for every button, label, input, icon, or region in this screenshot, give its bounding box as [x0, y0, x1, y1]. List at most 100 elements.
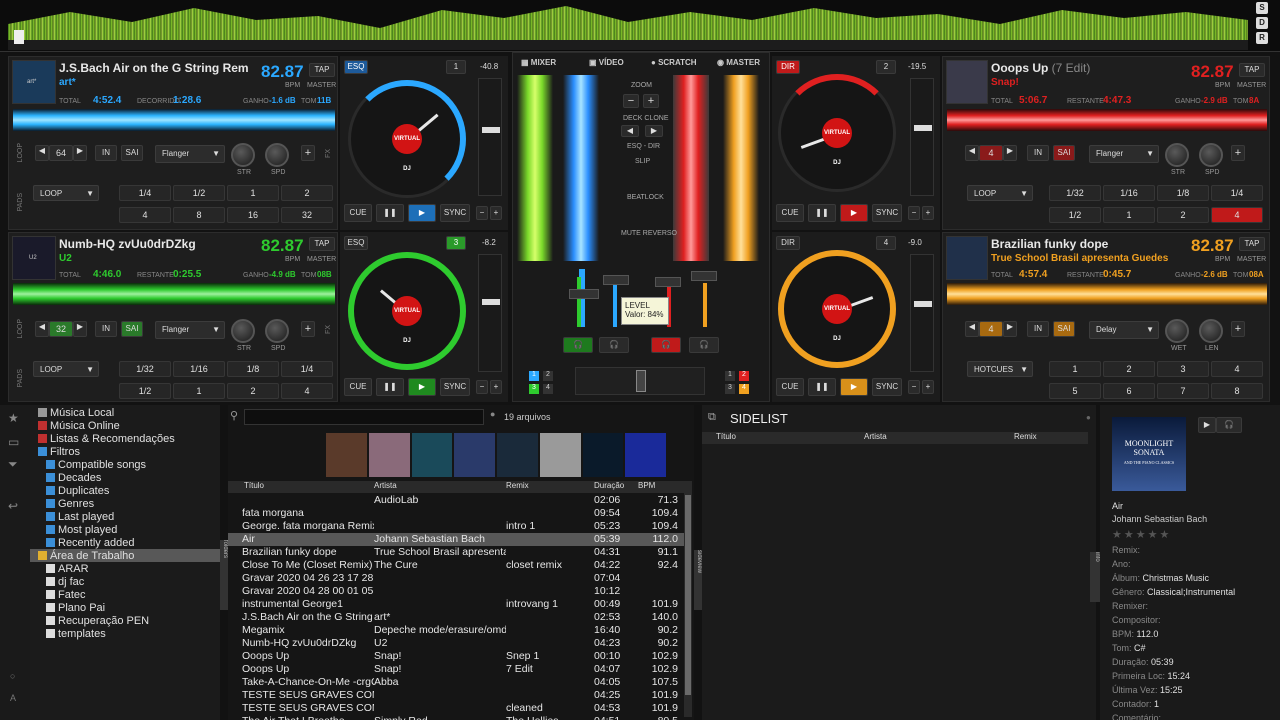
deck-1-side-label[interactable]: ESQ [344, 60, 368, 74]
deck-1-headphone-button[interactable]: 🎧 [599, 337, 629, 353]
deck-4-pitch-plus[interactable]: + [922, 380, 934, 394]
deck-3-effect-knob-1[interactable] [231, 319, 255, 343]
deck-3-sync-button[interactable]: SYNC [440, 378, 470, 396]
column-remix[interactable]: Remix [506, 481, 594, 493]
overview-waveform[interactable] [8, 6, 1248, 40]
deck-2-pad-mode-select[interactable]: LOOP ▼ [967, 185, 1033, 201]
deck-3-pad-7[interactable]: 2 [227, 383, 279, 399]
album-thumb[interactable] [368, 433, 410, 477]
circle-icon[interactable]: ○ [10, 671, 15, 681]
deck-4-pad-4[interactable]: 4 [1211, 361, 1263, 377]
tree-item-filters[interactable]: Filtros [30, 445, 220, 458]
search-input[interactable] [244, 409, 484, 425]
deck-3-pad-8[interactable]: 4 [281, 383, 333, 399]
deck-2-headphone-button[interactable]: 🎧 [651, 337, 681, 353]
deck-3-pad-3[interactable]: 1/8 [227, 361, 279, 377]
deck-select-2[interactable]: 2 [543, 371, 553, 381]
deck-4-tap-button[interactable]: TAP [1239, 237, 1265, 251]
deck-1-sync-button[interactable]: SYNC [440, 204, 470, 222]
zoom-out-button[interactable]: − [623, 94, 639, 108]
deck-3-pad-1[interactable]: 1/32 [119, 361, 171, 377]
deck-3-volume-fader[interactable] [569, 289, 599, 299]
deck-2-effect-knob-2[interactable] [1199, 143, 1223, 167]
deck-4-number[interactable]: 4 [876, 236, 896, 250]
deck-4-volume-fader[interactable] [691, 271, 717, 281]
deck-select-r4[interactable]: 4 [739, 384, 749, 394]
deck-select-r3[interactable]: 3 [725, 384, 735, 394]
deck-4-pad-7[interactable]: 7 [1157, 383, 1209, 399]
sidelist-column-title[interactable]: Título [702, 432, 864, 444]
sidelist-column-remix[interactable]: Remix [1014, 432, 1088, 444]
deck-4-effect-knob-2[interactable] [1199, 319, 1223, 343]
deck-2-tap-button[interactable]: TAP [1239, 63, 1265, 77]
deck-select-3[interactable]: 3 [529, 384, 539, 394]
table-row[interactable]: Take-A-Chance-On-Me -crgQiGdpZR0Abba 04:0… [228, 676, 688, 689]
deck-4-loop-half-button[interactable]: ◀ [965, 321, 979, 337]
deck-2-effect-select[interactable]: Flanger ▼ [1089, 145, 1159, 163]
tree-item-templates[interactable]: templates [30, 627, 220, 640]
deck-4-pad-6[interactable]: 6 [1103, 383, 1155, 399]
a-icon[interactable]: A [10, 693, 16, 703]
deck-3-pad-4[interactable]: 1/4 [281, 361, 333, 377]
deck-1-platter[interactable]: VIRTUAL DJ [348, 80, 466, 198]
deck-3-pitch-plus[interactable]: + [490, 380, 502, 394]
deck-4-headphone-button[interactable]: 🎧 [689, 337, 719, 353]
table-row[interactable]: Ooops Up Snap! 7 Edit 04:07 102.9 [228, 663, 688, 676]
deck-4-pad-1[interactable]: 1 [1049, 361, 1101, 377]
deck-1-pad-6[interactable]: 8 [173, 207, 225, 223]
table-row[interactable]: Megamix Depeche mode/erasure/omd/the cure… [228, 624, 688, 637]
deck-3-pause-button[interactable]: ❚❚ [376, 378, 404, 396]
deck-3-loop-double-button[interactable]: ▶ [73, 321, 87, 337]
deck-3-effect-knob-2[interactable] [265, 319, 289, 343]
deck-4-waveform[interactable] [947, 283, 1267, 305]
deck-1-pad-5[interactable]: 4 [119, 207, 171, 223]
deck-2-pad-5[interactable]: 1/2 [1049, 207, 1101, 223]
deck-1-loop-double-button[interactable]: ▶ [73, 145, 87, 161]
table-row[interactable]: George. fata morgana Remix intro 1 05:23 10… [228, 520, 688, 533]
deck-1-pad-2[interactable]: 1/2 [173, 185, 225, 201]
deck-4-pitch-handle[interactable] [914, 301, 932, 307]
deck-2-loop-out-button[interactable]: SAI [1053, 145, 1075, 161]
deck-1-pitch-slider[interactable] [478, 78, 502, 196]
tree-item-duplicates[interactable]: Duplicates [30, 484, 220, 497]
deck-2-loop-half-button[interactable]: ◀ [965, 145, 979, 161]
deck-1-pad-3[interactable]: 1 [227, 185, 279, 201]
table-row[interactable]: J.S.Bach Air on the G String Remix B...a… [228, 611, 688, 624]
deck-1-pad-4[interactable]: 2 [281, 185, 333, 201]
tree-item-decades[interactable]: Decades [30, 471, 220, 484]
tree-item-desktop[interactable]: Área de Trabalho [30, 549, 220, 562]
deck-1-loop-half-button[interactable]: ◀ [35, 145, 49, 161]
tree-item-lists[interactable]: Listas & Recomendações [30, 432, 220, 445]
crossfader-handle[interactable] [636, 370, 646, 392]
search-clear-icon[interactable]: ● [490, 409, 495, 419]
deck-2-pause-button[interactable]: ❚❚ [808, 204, 836, 222]
tree-item-local-music[interactable]: Música Local [30, 406, 220, 419]
tree-item-recently-added[interactable]: Recently added [30, 536, 220, 549]
deck-select-1[interactable]: 1 [529, 371, 539, 381]
undo-icon[interactable]: ↩ [8, 499, 18, 513]
deck-2-side-label[interactable]: DIR [776, 60, 800, 74]
deck-1-pad-8[interactable]: 32 [281, 207, 333, 223]
tab-scratch[interactable]: ● SCRATCH [651, 58, 697, 67]
deck-1-effect-select[interactable]: Flanger ▼ [155, 145, 225, 163]
deck-3-pitch-minus[interactable]: − [476, 380, 488, 394]
deck-2-volume-fader[interactable] [655, 277, 681, 287]
deck-2-cue-button[interactable]: CUE [776, 204, 804, 222]
deck-3-pad-6[interactable]: 1 [173, 383, 225, 399]
deck-4-pad-3[interactable]: 3 [1157, 361, 1209, 377]
deck-4-play-button[interactable]: ▶ [840, 378, 868, 396]
deck-4-effect-select[interactable]: Delay ▼ [1089, 321, 1159, 339]
album-thumb[interactable] [326, 433, 367, 477]
crossfader[interactable] [575, 367, 705, 395]
deck-3-pad-mode-select[interactable]: LOOP ▼ [33, 361, 99, 377]
deck-4-effect-knob-1[interactable] [1165, 319, 1189, 343]
tree-item-most-played[interactable]: Most played [30, 523, 220, 536]
deck-1-pitch-plus[interactable]: + [490, 206, 502, 220]
zoom-in-button[interactable]: + [643, 94, 659, 108]
layout-button-d[interactable]: D [1256, 17, 1268, 29]
deck-3-loop-half-button[interactable]: ◀ [35, 321, 49, 337]
deck-1-loop-out-button[interactable]: SAI [121, 145, 143, 161]
tree-item-arar[interactable]: ARAR [30, 562, 220, 575]
album-thumb[interactable] [625, 433, 666, 477]
tree-item-dj-fac[interactable]: dj fac [30, 575, 220, 588]
